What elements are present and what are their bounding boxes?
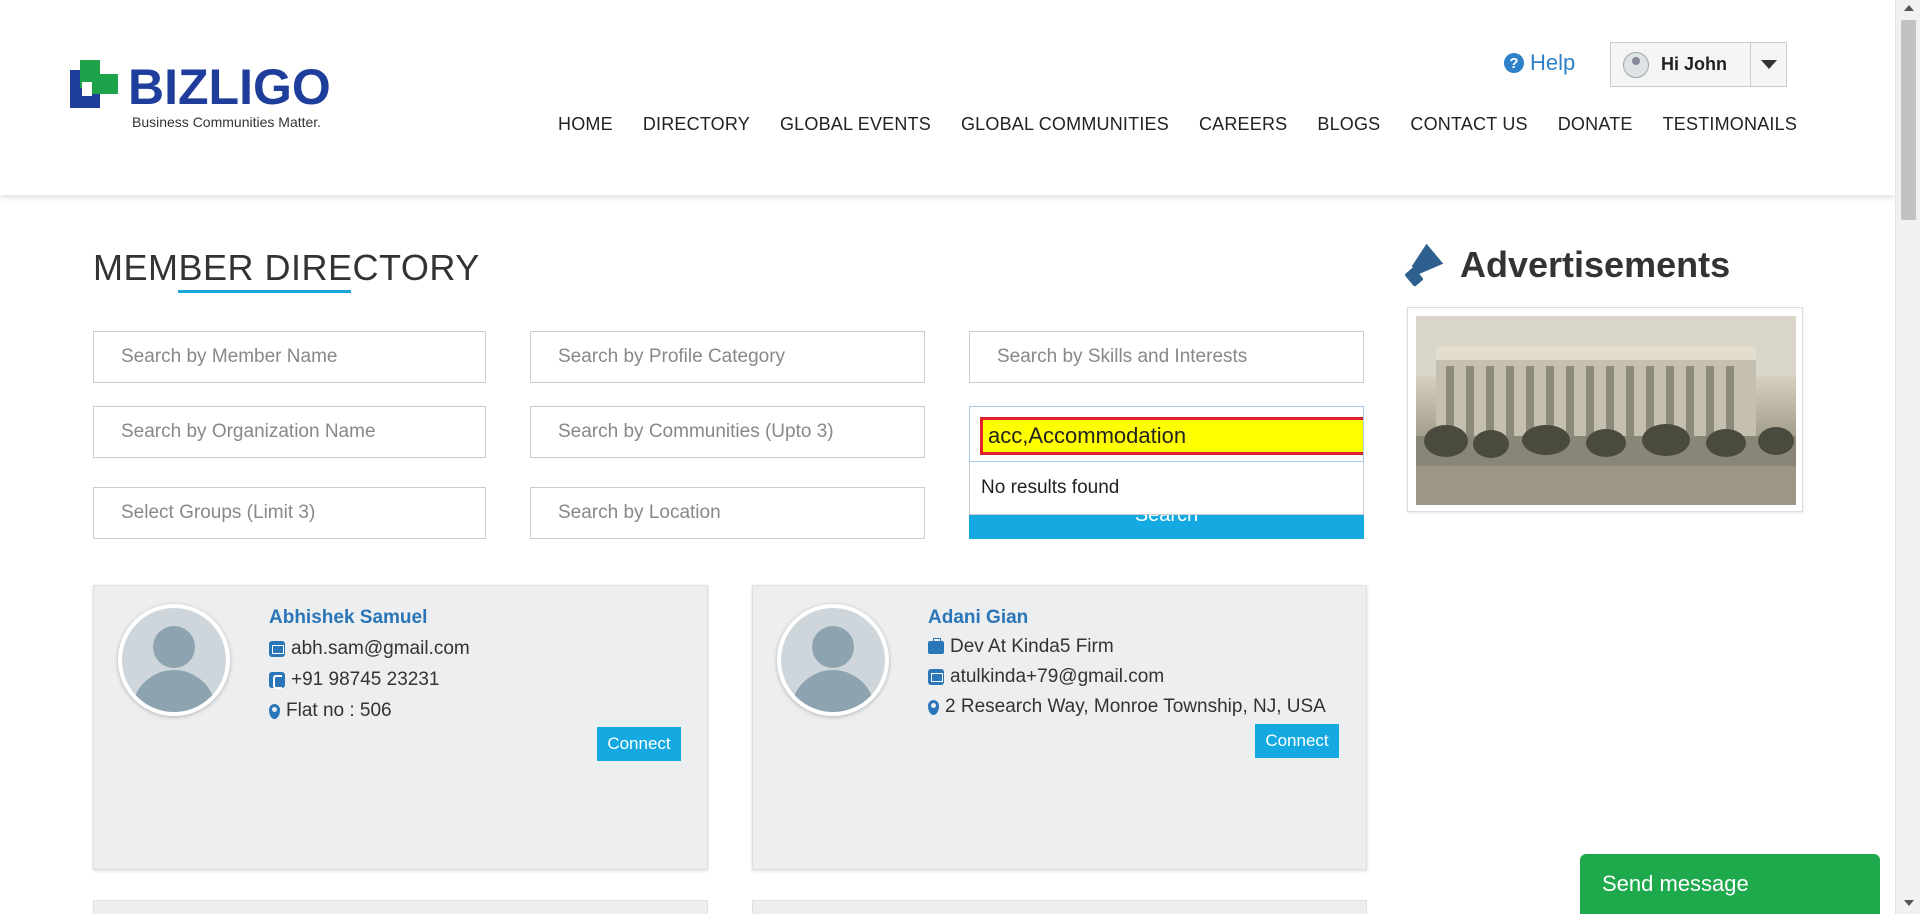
main-nav: HOME DIRECTORY GLOBAL EVENTS GLOBAL COMM…: [558, 114, 1797, 135]
member-email: abh.sam@gmail.com: [291, 638, 470, 659]
member-address-line: Flat no : 506: [269, 700, 392, 722]
page-scrollbar[interactable]: [1895, 0, 1920, 914]
member-address: 2 Research Way, Monroe Township, NJ, USA: [945, 696, 1326, 717]
nav-contact-us[interactable]: CONTACT US: [1410, 114, 1527, 135]
nav-global-events[interactable]: GLOBAL EVENTS: [780, 114, 931, 135]
member-phone: +91 98745 23231: [291, 669, 440, 690]
scroll-thumb[interactable]: [1901, 20, 1916, 220]
logo-tagline: Business Communities Matter.: [132, 114, 322, 130]
user-menu-toggle[interactable]: [1750, 43, 1786, 86]
nav-testimonials[interactable]: TESTIMONAILS: [1663, 114, 1797, 135]
user-menu[interactable]: Hi John: [1610, 42, 1787, 87]
bizligo-logo[interactable]: BIZLIGO Business Communities Matter.: [70, 58, 340, 138]
site-header: BIZLIGO Business Communities Matter. ? H…: [0, 0, 1895, 195]
member-card: Adani Gian Dev At Kinda5 Firm atulkinda+…: [752, 585, 1367, 870]
member-card: [93, 900, 708, 914]
help-icon: ?: [1504, 53, 1524, 73]
megaphone-icon: [1404, 243, 1450, 287]
member-job-line: Dev At Kinda5 Firm: [928, 636, 1114, 658]
map-marker-icon: [928, 699, 939, 715]
skills-tag-input[interactable]: acc,Accommodation: [980, 417, 1363, 455]
member-card: Abhishek Samuel abh.sam@gmail.com +91 98…: [93, 585, 708, 870]
member-phone-line: +91 98745 23231: [269, 669, 439, 691]
help-label: Help: [1530, 50, 1576, 75]
nav-careers[interactable]: CAREERS: [1199, 114, 1287, 135]
user-greeting: Hi John: [1661, 54, 1727, 74]
member-job: Dev At Kinda5 Firm: [950, 636, 1114, 657]
search-button[interactable]: Search: [969, 515, 1364, 539]
logo-text: BIZLIGO: [128, 59, 331, 115]
organization-input[interactable]: Search by Organization Name: [93, 406, 486, 458]
member-name-input[interactable]: Search by Member Name: [93, 331, 486, 383]
member-avatar[interactable]: [777, 604, 889, 716]
skills-autocomplete: acc,Accommodation: [969, 406, 1364, 462]
phone-icon: [269, 672, 285, 689]
member-email-line: atulkinda+79@gmail.com: [928, 666, 1164, 688]
envelope-icon: [928, 669, 944, 685]
member-address: Flat no : 506: [286, 700, 392, 721]
nav-home[interactable]: HOME: [558, 114, 613, 135]
ad-image[interactable]: [1416, 316, 1796, 505]
member-card: [752, 900, 1367, 914]
member-avatar[interactable]: [118, 604, 230, 716]
autocomplete-no-results: No results found: [969, 462, 1364, 515]
scroll-up-icon[interactable]: [1904, 5, 1914, 11]
caret-down-icon: [1760, 60, 1777, 69]
scroll-down-icon[interactable]: [1904, 900, 1914, 906]
nav-global-communities[interactable]: GLOBAL COMMUNITIES: [961, 114, 1169, 135]
user-avatar-icon: [1623, 51, 1649, 78]
member-email-line: abh.sam@gmail.com: [269, 638, 470, 660]
location-input[interactable]: Search by Location: [530, 487, 925, 539]
member-name[interactable]: Adani Gian: [928, 607, 1028, 629]
logo-mark-icon: [70, 60, 118, 110]
skills-interests-input[interactable]: Search by Skills and Interests: [969, 331, 1364, 383]
communities-input[interactable]: Search by Communities (Upto 3): [530, 406, 925, 458]
member-name[interactable]: Abhishek Samuel: [269, 607, 427, 629]
advertisements-heading: Advertisements: [1404, 243, 1731, 287]
groups-select[interactable]: Select Groups (Limit 3): [93, 487, 486, 539]
nav-donate[interactable]: DONATE: [1558, 114, 1633, 135]
advertisements-title: Advertisements: [1460, 244, 1731, 285]
send-message-button[interactable]: Send message: [1580, 854, 1880, 914]
nav-blogs[interactable]: BLOGS: [1317, 114, 1380, 135]
ad-banner[interactable]: [1407, 307, 1803, 512]
connect-button[interactable]: Connect: [597, 727, 681, 761]
connect-button[interactable]: Connect: [1255, 724, 1339, 758]
title-underline: [178, 290, 351, 293]
page: BIZLIGO Business Communities Matter. ? H…: [0, 0, 1920, 914]
envelope-icon: [269, 641, 285, 657]
member-email: atulkinda+79@gmail.com: [950, 666, 1165, 687]
search-button-label: Search: [1134, 515, 1199, 526]
briefcase-icon: [928, 637, 944, 654]
member-address-line: 2 Research Way, Monroe Township, NJ, USA: [928, 696, 1326, 718]
page-title: MEMBER DIRECTORY: [93, 247, 480, 288]
profile-category-input[interactable]: Search by Profile Category: [530, 331, 925, 383]
map-marker-icon: [269, 703, 280, 719]
help-link[interactable]: ? Help: [1504, 50, 1575, 76]
nav-directory[interactable]: DIRECTORY: [643, 114, 750, 135]
